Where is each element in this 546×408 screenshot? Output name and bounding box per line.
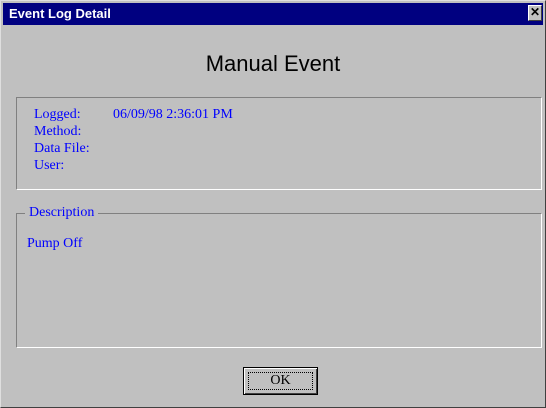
description-group: Description Pump Off bbox=[16, 204, 542, 348]
ok-button[interactable]: OK bbox=[243, 367, 318, 395]
close-button[interactable]: ✕ bbox=[528, 5, 542, 21]
logged-label: Logged: bbox=[34, 107, 81, 122]
event-details-panel: Logged: 06/09/98 2:36:01 PM Method: Data… bbox=[16, 97, 542, 190]
close-icon: ✕ bbox=[529, 5, 541, 19]
description-legend: Description bbox=[25, 204, 99, 222]
description-text: Pump Off bbox=[27, 236, 83, 251]
window-title: Event Log Detail bbox=[9, 6, 111, 21]
method-label: Method: bbox=[34, 124, 82, 139]
user-label: User: bbox=[34, 158, 65, 173]
data-file-label: Data File: bbox=[34, 141, 90, 156]
title-bar[interactable]: Event Log Detail ✕ bbox=[3, 3, 543, 25]
event-log-detail-dialog: Event Log Detail ✕ Manual Event Logged: … bbox=[0, 0, 546, 408]
logged-value: 06/09/98 2:36:01 PM bbox=[113, 107, 233, 122]
ok-button-label: OK bbox=[248, 372, 313, 390]
event-heading: Manual Event bbox=[205, 51, 341, 76]
